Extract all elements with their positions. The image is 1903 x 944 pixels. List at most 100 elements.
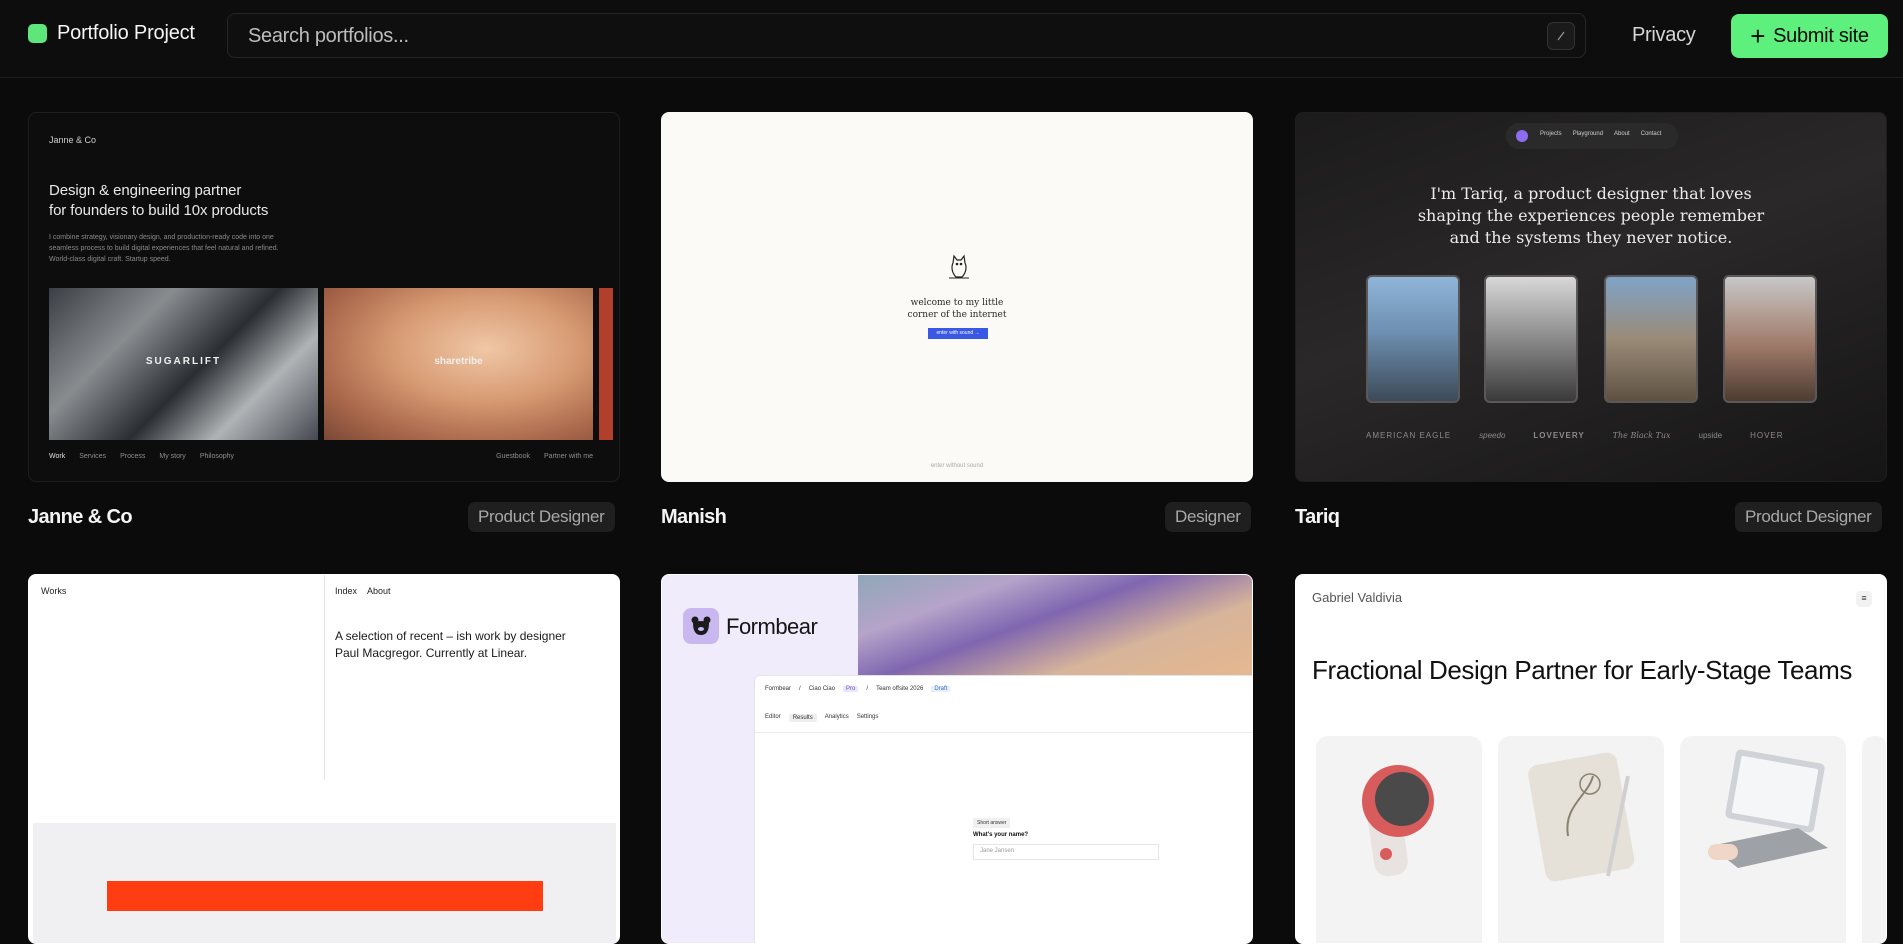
preview-works-label: Works xyxy=(41,586,67,596)
nav-item: Philosophy xyxy=(199,453,235,460)
headline-line: and the systems they never notice. xyxy=(1449,228,1733,247)
card-title[interactable]: Janne & Co xyxy=(28,506,133,529)
body-line: seamless process to build digital experi… xyxy=(49,245,279,252)
search-placeholder: Search portfolios... xyxy=(248,25,409,47)
category-tag[interactable]: Product Designer xyxy=(1735,502,1882,532)
plus-icon: + xyxy=(1750,21,1766,51)
client-logo: AMERICAN EAGLE xyxy=(1366,431,1452,440)
card-title[interactable]: Manish xyxy=(661,506,727,529)
nav-item: Index xyxy=(335,586,358,596)
client-logo: The Black Tux xyxy=(1612,431,1671,440)
preview-brand: Janne & Co xyxy=(49,135,97,145)
photo-mountain xyxy=(1604,275,1698,403)
app-tabs: Editor Results Analytics Settings xyxy=(765,714,878,722)
welcome-line: corner of the internet xyxy=(907,310,1007,320)
nav-item: Contact xyxy=(1640,131,1662,137)
portfolio-card-tariq[interactable]: Projects Playground About Contact I'm Ta… xyxy=(1295,112,1887,482)
nav-item: Process xyxy=(120,453,146,460)
card-title[interactable]: Tariq xyxy=(1295,506,1340,529)
product-tile xyxy=(1498,736,1664,943)
crumb-item: Formbear xyxy=(765,686,792,692)
category-tag[interactable]: Designer xyxy=(1165,502,1251,532)
nav-item: My story xyxy=(159,453,186,460)
slash-icon xyxy=(1557,31,1565,41)
column-divider xyxy=(324,575,325,780)
answer-field: Jane Jansen xyxy=(973,844,1159,860)
product-tile xyxy=(1316,736,1482,943)
nav-item: Guestbook xyxy=(496,453,530,460)
headline-line: I'm Tariq, a product designer that loves xyxy=(1430,184,1752,203)
logo-mark-icon xyxy=(28,24,47,43)
owl-icon xyxy=(949,254,969,279)
app-breadcrumb: Formbear / Ciao Ciao Pro / Team offsite … xyxy=(765,686,951,692)
preview-headline: Fractional Design Partner for Early-Stag… xyxy=(1312,655,1852,685)
nav-item: Partner with me xyxy=(543,453,593,460)
enter-without-sound-link: enter without sound xyxy=(930,463,984,469)
headline-line: for founders to build 10x products xyxy=(49,202,269,219)
welcome-line: welcome to my little xyxy=(910,298,1004,308)
product-tile xyxy=(1680,736,1846,943)
logo-text: Portfolio Project xyxy=(57,22,195,44)
search-input[interactable]: Search portfolios... xyxy=(227,13,1586,58)
crumb-separator: / xyxy=(799,686,801,692)
tab: Settings xyxy=(856,714,879,720)
intro-line: A selection of recent – ish work by desi… xyxy=(335,629,566,643)
crumb-separator: / xyxy=(866,686,869,692)
question-type-tag: Short answer xyxy=(973,818,1011,828)
preview-intro: A selection of recent – ish work by desi… xyxy=(335,628,595,662)
crumb-item: Team offsite 2026 xyxy=(876,686,924,692)
crumb-badge: Pro xyxy=(843,686,859,692)
portfolio-card-janne[interactable]: Janne & Co Design & engineering partner … xyxy=(28,112,620,482)
crumb-item: Ciao Ciao xyxy=(808,686,836,692)
crumb-badge: Draft xyxy=(931,686,951,692)
portfolio-card-paul[interactable]: Works Index About A selection of recent … xyxy=(28,574,620,944)
preview-welcome: welcome to my little corner of the inter… xyxy=(662,297,1252,321)
nav-item: Work xyxy=(49,453,66,460)
question-label: What's your name? xyxy=(973,832,1029,838)
photo-golden-gate xyxy=(1366,275,1460,403)
body-line: World-class digital craft. Startup speed… xyxy=(49,256,171,263)
intro-line: Paul Macgregor. Currently at Linear. xyxy=(335,646,528,660)
preview-headline: Design & engineering partner for founder… xyxy=(49,181,268,221)
preview-headline: I'm Tariq, a product designer that loves… xyxy=(1296,183,1886,249)
bear-icon xyxy=(683,608,719,644)
portfolio-card-manish[interactable]: welcome to my little corner of the inter… xyxy=(661,112,1253,482)
portfolio-card-gabriel[interactable]: Gabriel Valdivia ≡ Fractional Design Par… xyxy=(1295,574,1887,944)
speaker-device-icon xyxy=(1362,765,1434,877)
image-label: sharetribe xyxy=(434,356,483,367)
top-bar: Portfolio Project Search portfolios... P… xyxy=(0,0,1903,78)
tab: Results xyxy=(788,714,817,722)
client-logo: speedo xyxy=(1479,431,1506,440)
client-logo: HOVER xyxy=(1750,431,1784,440)
menu-icon: ≡ xyxy=(1856,591,1872,607)
client-logo: upside xyxy=(1698,431,1723,440)
nav-item: Services xyxy=(79,453,107,460)
avatar-dot-icon xyxy=(1516,130,1528,142)
preview-landscape-image xyxy=(858,575,1252,675)
headline-line: Design & engineering partner xyxy=(49,182,242,199)
photo-conference xyxy=(1484,275,1578,403)
tablet-sketch-icon xyxy=(1528,752,1635,882)
nav-item: About xyxy=(1614,131,1630,137)
preview-nav: Index About xyxy=(335,586,391,596)
body-line: I combine strategy, visionary design, an… xyxy=(49,234,274,241)
client-logo: LOVEVERY xyxy=(1533,431,1585,440)
preview-nav-left: Work Services Process My story Philosoph… xyxy=(49,453,234,460)
laptop-icon xyxy=(1708,749,1828,886)
portfolio-card-formbear[interactable]: Formbear Formbear / Ciao Ciao Pro / Team… xyxy=(661,574,1253,944)
preview-nav-pill: Projects Playground About Contact xyxy=(1506,123,1678,149)
privacy-link[interactable]: Privacy xyxy=(1632,24,1696,47)
nav-item: Playground xyxy=(1572,131,1604,137)
preview-app-window: Formbear / Ciao Ciao Pro / Team offsite … xyxy=(754,675,1252,943)
preview-image-sharetribe: sharetribe xyxy=(324,288,593,440)
tab-divider xyxy=(755,732,1252,733)
nav-item: Projects xyxy=(1540,131,1562,137)
tab: Analytics xyxy=(824,714,849,720)
category-tag[interactable]: Product Designer xyxy=(468,502,615,532)
submit-site-button[interactable]: + Submit site xyxy=(1731,14,1888,58)
site-logo[interactable]: Portfolio Project xyxy=(28,22,195,45)
image-label: SUGARLIFT xyxy=(145,356,222,367)
preview-name: Gabriel Valdivia xyxy=(1312,590,1403,605)
formbear-brand: Formbear xyxy=(726,614,818,639)
headline-line: shaping the experiences people remember xyxy=(1417,206,1765,225)
